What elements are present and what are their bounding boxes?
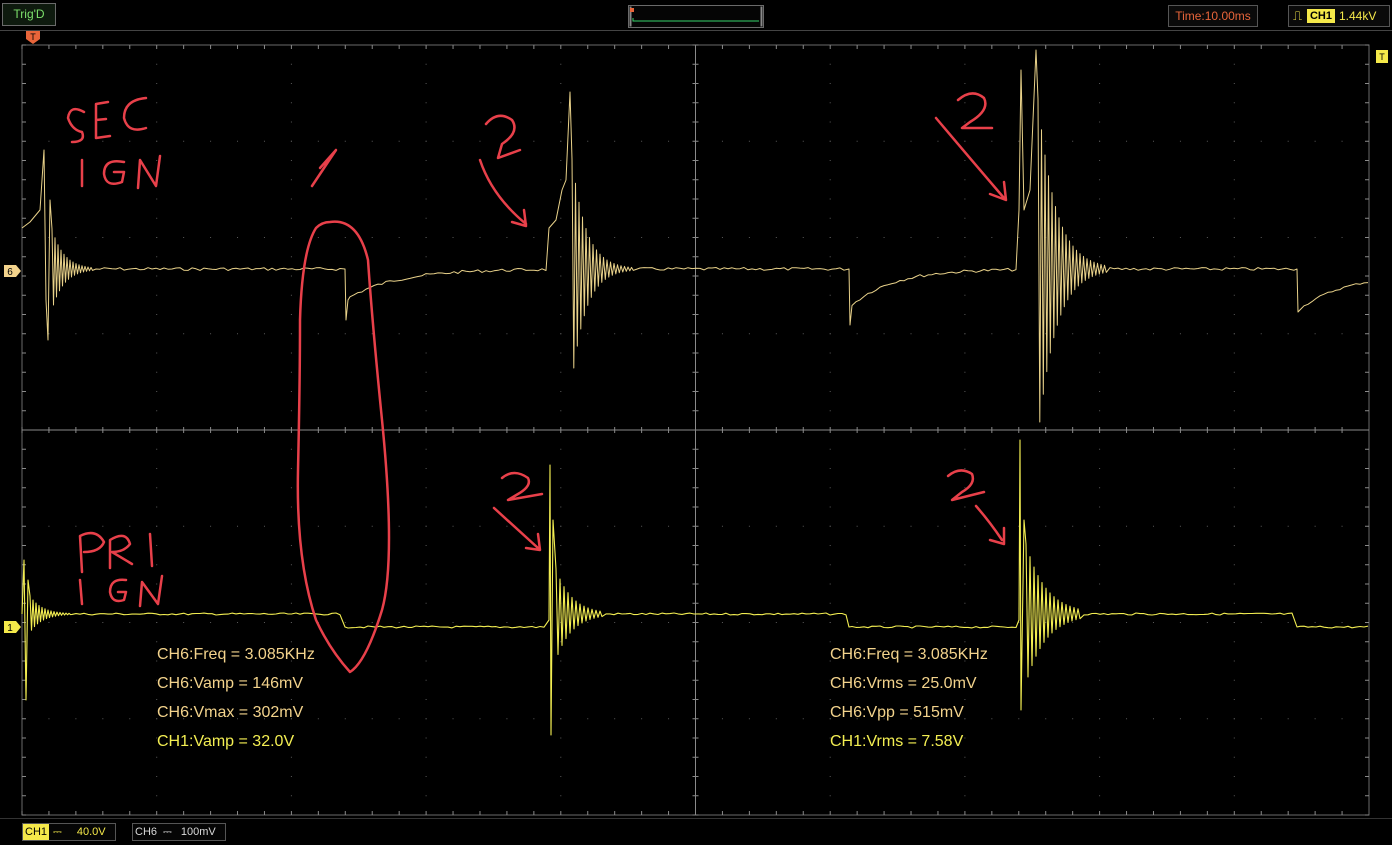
ch6-scale-value: 100mV — [180, 826, 216, 838]
trigger-position-marker[interactable]: T — [26, 31, 40, 44]
measurement-readout: CH6:Vrms = 25.0mV — [830, 675, 977, 692]
time-base-readout[interactable]: Time:10.00ms — [1168, 5, 1258, 27]
ch1-ground-label: 1 — [7, 623, 13, 634]
overview-wave-icon — [629, 6, 763, 27]
trigger-settings[interactable]: ⎍ CH1 1.44kV — [1288, 5, 1390, 27]
ch6-ground-label: 6 — [7, 267, 13, 278]
measurement-readout: CH1:Vrms = 7.58V — [830, 733, 964, 750]
measurement-readout: CH6:Vpp = 515mV — [830, 704, 964, 721]
waveform-overview[interactable] — [628, 5, 764, 28]
ch1-ground-marker[interactable]: 1 — [4, 621, 21, 634]
trigger-level-readout: 1.44kV — [1339, 9, 1377, 23]
ch6-label: CH6 — [135, 826, 158, 838]
measurement-readout: CH6:Vamp = 146mV — [157, 675, 303, 692]
trigger-position-label: T — [30, 32, 36, 42]
ch6-ground-marker[interactable]: 6 — [4, 265, 21, 278]
measurement-readout: CH1:Vamp = 32.0V — [157, 733, 295, 750]
trigger-level-label: T — [1379, 52, 1385, 62]
ch1-scale-value: 40.0V — [76, 826, 106, 838]
rising-edge-icon: ⎍ — [1293, 8, 1303, 23]
measurement-readout: CH6:Vmax = 302mV — [157, 704, 304, 721]
dc-coupling-icon: ⎓ — [53, 826, 62, 838]
trigger-status: Trig'D — [2, 3, 56, 26]
trigger-level-marker[interactable]: T — [1376, 50, 1388, 63]
ch1-scale-setting[interactable]: CH1 ⎓ 40.0V — [22, 823, 116, 841]
bottom-channel-bar: CH1 ⎓ 40.0V CH6 ⎓ 100mV — [0, 818, 1392, 845]
top-status-bar: Trig'D Time:10.00ms ⎍ CH1 1.44kV — [0, 0, 1392, 31]
measurements-right-panel: CH6:Freq = 3.085KHz CH6:Vrms = 25.0mV CH6:… — [830, 645, 1070, 761]
measurement-readout: CH6:Freq = 3.085KHz — [157, 646, 315, 663]
measurements-left-panel: CH6:Freq = 3.085KHz CH6:Vamp = 146mV CH6:V… — [157, 645, 397, 761]
trigger-source-badge: CH1 — [1307, 9, 1335, 23]
ch6-scale-setting[interactable]: CH6 ⎓ 100mV — [132, 823, 226, 841]
ch1-label: CH1 — [23, 824, 50, 840]
dc-coupling-icon: ⎓ — [163, 826, 172, 838]
measurement-readout: CH6:Freq = 3.085KHz — [830, 646, 988, 663]
